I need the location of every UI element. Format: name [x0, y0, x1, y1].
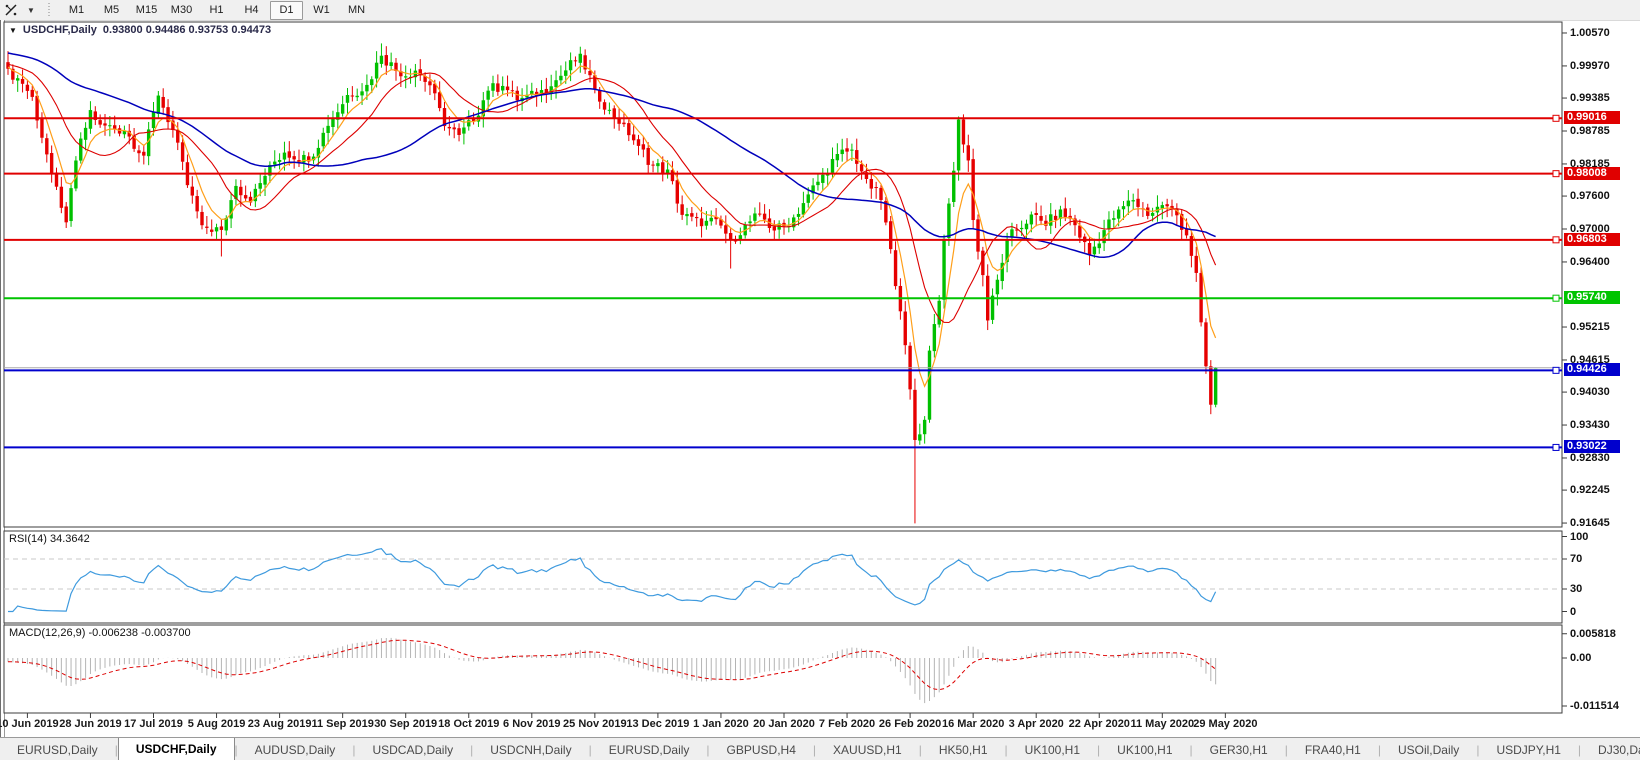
crosshair-icon — [4, 3, 18, 17]
date-label: 20 Jan 2020 — [753, 718, 815, 730]
chart-tab-eurusd-daily[interactable]: EURUSD,Daily — [0, 738, 115, 760]
rsi-name: RSI(14) — [9, 533, 47, 545]
timeframe-button-m30[interactable]: M30 — [165, 1, 198, 20]
main-panel-frame — [4, 22, 1562, 527]
price-tick-label: 0.91645 — [1570, 517, 1610, 529]
price-tick-label: 0.98785 — [1570, 125, 1610, 137]
level-line-handle — [1553, 171, 1559, 177]
macd-tick-label: 0.00 — [1570, 652, 1591, 664]
chart-tab-bar: EURUSD,Daily|USDCHF,Daily|AUDUSD,Daily|U… — [0, 737, 1640, 760]
date-label: 25 Nov 2019 — [563, 718, 627, 730]
chart-tab-xauusd-h1[interactable]: XAUUSD,H1 — [816, 738, 919, 760]
timeframe-button-h1[interactable]: H1 — [200, 1, 233, 20]
date-label: 22 Apr 2020 — [1069, 718, 1130, 730]
rsi-tick-label: 70 — [1570, 553, 1582, 565]
price-badge-0.96803: 0.96803 — [1564, 233, 1620, 246]
level-line-handle — [1553, 237, 1559, 243]
price-tick-label: 0.93430 — [1570, 419, 1610, 431]
toolbar-grip[interactable] — [46, 3, 53, 17]
macd-name: MACD(12,26,9) — [9, 627, 85, 639]
level-line-handle — [1553, 115, 1559, 121]
price-badge-0.99016: 0.99016 — [1564, 111, 1620, 124]
chart-tab-usdcad-daily[interactable]: USDCAD,Daily — [355, 738, 470, 760]
date-label: 11 May 2020 — [1130, 718, 1194, 730]
rsi-tick-label: 100 — [1570, 531, 1588, 543]
macd-label: MACD(12,26,9) -0.006238 -0.003700 — [9, 627, 191, 639]
date-label: 3 Apr 2020 — [1009, 718, 1064, 730]
ohlc-values: 0.93800 0.94486 0.93753 0.94473 — [103, 24, 271, 36]
rsi-tick-label: 30 — [1570, 583, 1582, 595]
date-label: 13 Dec 2019 — [626, 718, 689, 730]
price-tick-label: 0.99385 — [1570, 92, 1610, 104]
timeframe-button-w1[interactable]: W1 — [305, 1, 338, 20]
date-label: 16 Mar 2020 — [942, 718, 1004, 730]
macd-panel-frame — [4, 625, 1562, 713]
price-badge-0.93022: 0.93022 — [1564, 440, 1620, 453]
chart-title: ▼ USDCHF,Daily 0.93800 0.94486 0.93753 0… — [9, 24, 271, 36]
chart-tab-eurusd-daily[interactable]: EURUSD,Daily — [592, 738, 707, 760]
level-line-handle — [1553, 444, 1559, 450]
macd-tick-label: 0.005818 — [1570, 628, 1616, 640]
chart-tab-usdcnh-daily[interactable]: USDCNH,Daily — [473, 738, 588, 760]
date-label: 29 May 2020 — [1193, 718, 1257, 730]
price-tick-label: 0.99970 — [1570, 60, 1610, 72]
symbol-period-label: USDCHF,Daily — [23, 24, 97, 36]
date-label: 6 Nov 2019 — [503, 718, 560, 730]
date-label: 18 Oct 2019 — [438, 718, 499, 730]
timeframe-button-h4[interactable]: H4 — [235, 1, 268, 20]
date-label: 5 Aug 2019 — [188, 718, 246, 730]
price-badge-0.94426: 0.94426 — [1564, 363, 1620, 376]
chart-canvas[interactable] — [0, 20, 1640, 760]
rsi-label: RSI(14) 34.3642 — [9, 533, 90, 545]
timeframe-button-m5[interactable]: M5 — [95, 1, 128, 20]
chart-tab-uk100-h1[interactable]: UK100,H1 — [1008, 738, 1097, 760]
chart-tab-dj30-daily[interactable]: DJ30,Daily — [1581, 738, 1640, 760]
chart-tab-usdchf-daily[interactable]: USDCHF,Daily — [118, 738, 235, 760]
date-label: 7 Feb 2020 — [819, 718, 875, 730]
timeframe-buttons: M1M5M15M30H1H4D1W1MN — [59, 1, 374, 20]
date-label: 11 Sep 2019 — [311, 718, 373, 730]
price-tick-label: 0.96400 — [1570, 256, 1610, 268]
macd-values: -0.006238 -0.003700 — [88, 627, 190, 639]
date-label: 1 Jan 2020 — [693, 718, 749, 730]
cursor-tool-button[interactable] — [0, 1, 22, 19]
timeframe-button-m15[interactable]: M15 — [130, 1, 163, 20]
price-tick-label: 1.00570 — [1570, 27, 1610, 39]
chart-tab-hk50-h1[interactable]: HK50,H1 — [922, 738, 1005, 760]
date-label: 26 Feb 2020 — [879, 718, 941, 730]
level-line-handle — [1553, 367, 1559, 373]
chart-tabs: EURUSD,Daily|USDCHF,Daily|AUDUSD,Daily|U… — [0, 738, 1640, 760]
chart-tab-uk100-h1[interactable]: UK100,H1 — [1100, 738, 1189, 760]
date-label: 28 Jun 2019 — [59, 718, 121, 730]
level-line-handle — [1553, 295, 1559, 301]
chart-tab-ger30-h1[interactable]: GER30,H1 — [1193, 738, 1285, 760]
mt4-terminal: ▼ M1M5M15M30H1H4D1W1MN ▼ USDCHF,Daily 0.… — [0, 0, 1640, 760]
date-label: 17 Jul 2019 — [124, 718, 183, 730]
date-label: 23 Aug 2019 — [248, 718, 312, 730]
chart-tab-fra40-h1[interactable]: FRA40,H1 — [1288, 738, 1378, 760]
date-label: 30 Sep 2019 — [374, 718, 437, 730]
chart-tab-gbpusd-h4[interactable]: GBPUSD,H4 — [710, 738, 813, 760]
rsi-value: 34.3642 — [50, 533, 90, 545]
rsi-tick-label: 0 — [1570, 606, 1576, 618]
price-tick-label: 0.97600 — [1570, 190, 1610, 202]
timeframe-button-mn[interactable]: MN — [340, 1, 373, 20]
chevron-down-icon[interactable]: ▼ — [24, 6, 38, 15]
macd-tick-label: -0.011514 — [1570, 700, 1619, 712]
chart-tab-usoil-daily[interactable]: USOil,Daily — [1381, 738, 1476, 760]
price-tick-label: 0.95215 — [1570, 321, 1610, 333]
price-badge-0.95740: 0.95740 — [1564, 291, 1620, 304]
price-tick-label: 0.92245 — [1570, 484, 1610, 496]
chart-tab-audusd-daily[interactable]: AUDUSD,Daily — [238, 738, 353, 760]
timeframe-toolbar: ▼ M1M5M15M30H1H4D1W1MN — [0, 0, 1640, 21]
price-badge-0.98008: 0.98008 — [1564, 167, 1620, 180]
date-label: 10 Jun 2019 — [0, 718, 59, 730]
price-tick-label: 0.92830 — [1570, 452, 1610, 464]
chart-tab-usdjpy-h1[interactable]: USDJPY,H1 — [1479, 738, 1577, 760]
timeframe-button-m1[interactable]: M1 — [60, 1, 93, 20]
collapse-triangle-icon[interactable]: ▼ — [9, 26, 17, 35]
timeframe-button-d1[interactable]: D1 — [270, 1, 303, 20]
price-tick-label: 0.94030 — [1570, 386, 1610, 398]
